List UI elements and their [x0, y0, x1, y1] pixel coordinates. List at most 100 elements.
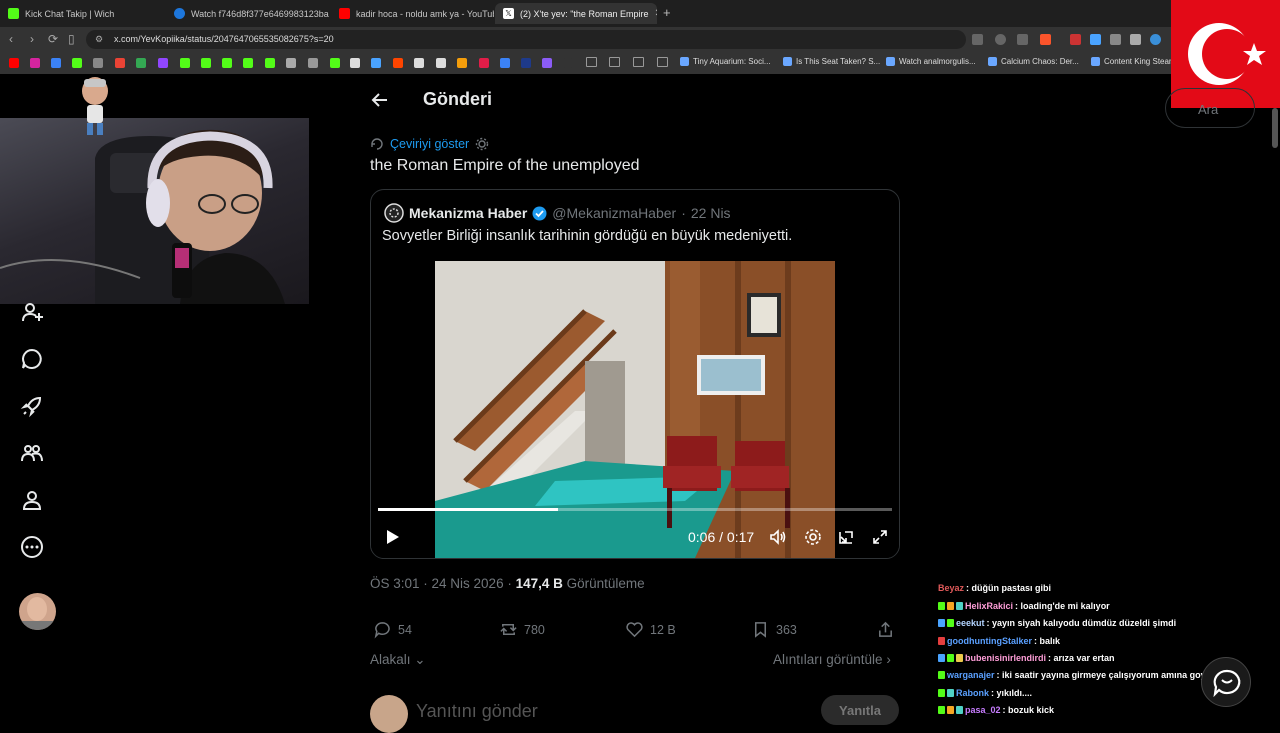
tweet-timestamp[interactable]: ÖS 3:01 · 24 Nis 2026 · — [370, 576, 516, 591]
new-tab-icon[interactable]: + — [663, 5, 671, 20]
bookmark-icon[interactable] — [286, 58, 296, 68]
back-nav-icon[interactable]: ‹ — [9, 32, 13, 46]
bookmark-icon[interactable] — [500, 58, 510, 68]
kick-bookmark-icon[interactable] — [180, 58, 190, 68]
instagram-bookmark-icon[interactable] — [30, 58, 40, 68]
chat-username: HelixRakici — [965, 601, 1014, 611]
reply-submit-button[interactable]: Yanıtla — [821, 695, 899, 725]
communities-icon[interactable] — [20, 441, 44, 465]
reply-input[interactable]: Yanıtını gönder — [416, 701, 538, 722]
back-arrow-icon[interactable] — [371, 91, 389, 109]
bookmark-icon[interactable] — [563, 58, 573, 68]
browser-tab[interactable]: kadir hoca - noldu amk ya - YouTube — [331, 3, 494, 24]
settings-gear-icon[interactable] — [804, 528, 822, 546]
url-text: x.com/YevKopiika/status/2047647065535082… — [114, 34, 334, 44]
browser-tab[interactable]: Watch f746d8f377e6469983123ba95 — [166, 3, 329, 24]
twitch-bookmark-icon[interactable] — [158, 58, 168, 68]
address-bar[interactable]: x.com/YevKopiika/status/2047647065535082… — [86, 30, 966, 49]
reload-icon[interactable]: ⟳ — [48, 32, 58, 46]
quoted-author-name[interactable]: Mekanizma Haber — [409, 205, 527, 221]
bookmark-link[interactable]: Content King Steam — [1091, 57, 1176, 66]
browser-tab[interactable]: Kick Chat Takip | Wich — [0, 3, 165, 24]
browser-tab-bar: Kick Chat Takip | Wich Watch f746d8f377e… — [0, 0, 1280, 27]
bookmark-icon[interactable] — [308, 58, 318, 68]
chat-icon[interactable] — [20, 347, 44, 371]
video-seek-bar[interactable] — [378, 508, 892, 511]
share-icon[interactable] — [1017, 34, 1028, 45]
bookmark-link[interactable]: Watch analmorgulis... — [886, 57, 976, 66]
share-button[interactable] — [876, 620, 895, 639]
brave-shield-icon[interactable] — [1040, 34, 1051, 45]
chat-text: : balık — [1034, 636, 1061, 646]
reply-button[interactable]: 54 — [373, 620, 412, 639]
reddit-bookmark-icon[interactable] — [393, 58, 403, 68]
volume-icon[interactable] — [769, 528, 787, 546]
sort-dropdown[interactable]: Alakalı ⌄ — [370, 652, 426, 668]
x-bookmark-icon[interactable] — [350, 58, 360, 68]
quoted-tweet[interactable]: Mekanizma Haber @MekanizmaHaber · 22 Nis… — [370, 189, 900, 559]
drive-bookmark-icon[interactable] — [136, 58, 146, 68]
play-icon[interactable] — [385, 528, 401, 546]
extension-icon[interactable] — [1090, 34, 1101, 45]
bookmark-icon[interactable] — [51, 58, 61, 68]
kick-bookmark-icon[interactable] — [72, 58, 82, 68]
forward-nav-icon[interactable]: › — [30, 32, 34, 46]
quoted-author-handle[interactable]: @MekanizmaHaber — [552, 205, 676, 221]
bookmark-icon[interactable] — [414, 58, 424, 68]
gmail-bookmark-icon[interactable] — [115, 58, 125, 68]
bookmark-link[interactable]: Calcium Chaos: Der... — [988, 57, 1079, 66]
close-tab-icon[interactable]: ✕ — [654, 8, 657, 19]
bookmark-link[interactable]: Tiny Aquarium: Soci... — [680, 57, 771, 66]
bookmark-link[interactable]: Is This Seat Taken? S... — [783, 57, 880, 66]
account-avatar[interactable] — [19, 593, 56, 630]
fullscreen-icon[interactable] — [871, 528, 889, 546]
bookmark-icon[interactable] — [542, 58, 552, 68]
youtube-bookmark-icon[interactable] — [9, 58, 19, 68]
folder-icon[interactable] — [609, 57, 620, 67]
scrollbar[interactable] — [1272, 108, 1278, 148]
heart-icon — [626, 622, 643, 638]
more-icon[interactable] — [20, 535, 44, 559]
follow-icon[interactable] — [20, 300, 44, 324]
bookmark-icon[interactable] — [479, 58, 489, 68]
gear-icon[interactable] — [475, 137, 489, 151]
cast-icon[interactable] — [972, 34, 983, 45]
bookmark-icon[interactable] — [371, 58, 381, 68]
browser-tab-active[interactable]: 𝕏 (2) X'te yev: "the Roman Empire ✕ — [495, 3, 657, 24]
chat-bubble-button[interactable] — [1201, 657, 1251, 707]
mekanizma-avatar-icon[interactable] — [384, 203, 404, 223]
kick-bookmark-icon[interactable] — [222, 58, 232, 68]
like-button[interactable]: 12 B — [625, 620, 676, 639]
picture-in-picture-icon[interactable] — [837, 528, 855, 546]
folder-icon[interactable] — [657, 57, 668, 67]
rocket-icon[interactable] — [20, 394, 44, 418]
show-translation-link[interactable]: Çeviriyi göster — [370, 137, 489, 151]
view-quotes-link[interactable]: Alıntıları görüntüle › — [773, 652, 891, 667]
site-info-icon[interactable]: ⚙ — [95, 34, 103, 45]
kick-bookmark-icon[interactable] — [243, 58, 253, 68]
profile-icon[interactable] — [20, 488, 44, 512]
extension-icon[interactable] — [1130, 34, 1141, 45]
kick-badge-icon — [938, 602, 945, 610]
extension-icon[interactable] — [1150, 34, 1161, 45]
kick-bookmark-icon[interactable] — [201, 58, 211, 68]
bookmark-icon[interactable] — [457, 58, 467, 68]
bookmark-icon[interactable] — [521, 58, 531, 68]
chat-text: : düğün pastası gibi — [966, 583, 1052, 593]
video-player[interactable]: 0:06 / 0:17 — [371, 260, 899, 558]
bookmark-page-icon[interactable]: ▯ — [68, 32, 75, 46]
extension-icon[interactable] — [1110, 34, 1121, 45]
kick-bookmark-icon[interactable] — [330, 58, 340, 68]
bookmark-icon[interactable] — [436, 58, 446, 68]
bookmark-button[interactable]: 363 — [751, 620, 797, 639]
kick-bookmark-icon[interactable] — [265, 58, 275, 68]
bookmark-icon[interactable] — [93, 58, 103, 68]
repost-button[interactable]: 780 — [499, 620, 545, 639]
badge-icon — [947, 689, 954, 697]
extension-icon[interactable] — [1070, 34, 1081, 45]
folder-icon[interactable] — [633, 57, 644, 67]
zoom-icon[interactable] — [995, 34, 1006, 45]
search-input[interactable]: Ara — [1165, 88, 1255, 128]
quoted-date[interactable]: 22 Nis — [691, 205, 731, 221]
folder-icon[interactable] — [586, 57, 597, 67]
